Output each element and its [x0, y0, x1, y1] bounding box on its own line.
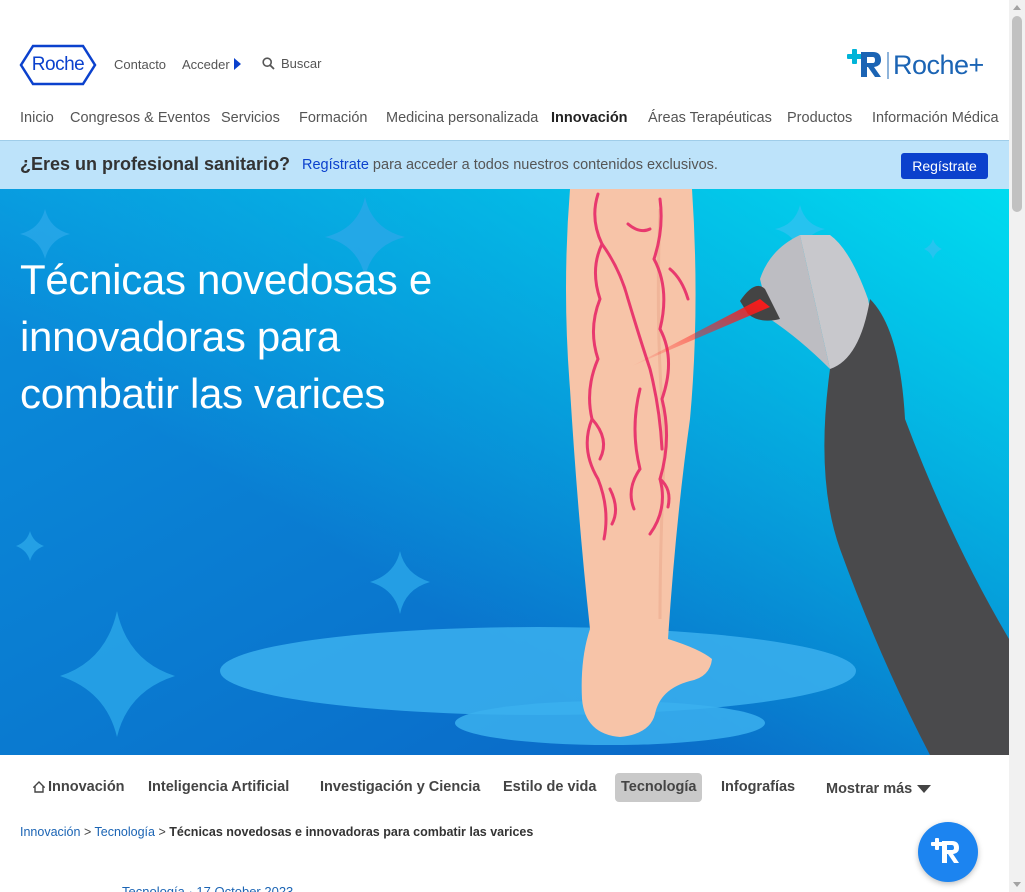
search-icon [262, 57, 275, 70]
nav-item-productos[interactable]: Productos [787, 110, 852, 126]
subnav-item-infografias[interactable]: Infografías [721, 773, 795, 802]
search-label: Buscar [281, 56, 322, 71]
banner-message: Regístrate para acceder a todos nuestros… [302, 157, 718, 173]
nav-item-congresos[interactable]: Congresos & Eventos [70, 110, 210, 126]
nav-item-informacion-medica[interactable]: Información Médica [872, 110, 999, 126]
professional-banner: ¿Eres un profesional sanitario? Regístra… [0, 140, 1009, 189]
article-date-line: Tecnología · 17 October 2023 [122, 884, 294, 892]
header: Roche Contacto Acceder Buscar Roche+ [0, 0, 1009, 100]
nav-item-inicio[interactable]: Inicio [20, 110, 54, 126]
breadcrumb-current: Técnicas novedosas e innovadoras para co… [169, 825, 534, 839]
roche-logo[interactable]: Roche [19, 44, 97, 86]
arrow-right-icon [233, 58, 241, 70]
subnav-item-estilo-de-vida[interactable]: Estilo de vida [503, 773, 596, 802]
breadcrumb-innovacion[interactable]: Innovación [20, 825, 80, 839]
breadcrumb-tecnologia[interactable]: Tecnología [95, 825, 155, 839]
rocheplus-logo[interactable]: Roche+ [846, 46, 991, 86]
banner-question: ¿Eres un profesional sanitario? [20, 154, 291, 174]
subnav-item-inteligencia-artificial[interactable]: Inteligencia Artificial [148, 773, 289, 802]
nav-item-medicina-personalizada[interactable]: Medicina personalizada [386, 110, 538, 126]
roche-logo-text: Roche [31, 54, 85, 75]
chevron-down-icon [917, 785, 932, 793]
login-link[interactable]: Acceder [182, 57, 241, 72]
scrollbar-thumb[interactable] [1012, 16, 1022, 212]
page: Roche Contacto Acceder Buscar Roche+ Ini… [0, 0, 1025, 892]
banner-register-link[interactable]: Regístrate [302, 157, 369, 173]
scroll-up-icon[interactable] [1013, 5, 1021, 10]
subnav-label: Innovación [48, 779, 125, 795]
rocheplus-text: Roche+ [893, 50, 984, 80]
rocheplus-icon [847, 49, 889, 79]
search-button[interactable]: Buscar [262, 56, 321, 71]
register-button[interactable]: Regístrate [901, 153, 988, 179]
banner-message-text: para acceder a todos nuestros contenidos… [368, 157, 718, 173]
scroll-down-icon[interactable] [1013, 882, 1021, 887]
contact-link[interactable]: Contacto [114, 57, 166, 72]
rocheplus-icon [931, 838, 959, 863]
breadcrumb-separator: > [158, 825, 166, 839]
nav-item-formacion[interactable]: Formación [299, 110, 368, 126]
breadcrumb-separator: > [83, 825, 92, 839]
sub-nav: Innovación Inteligencia Artificial Inves… [0, 773, 1009, 803]
rocheplus-chat-button[interactable] [918, 822, 978, 882]
home-icon [33, 781, 45, 793]
nav-item-areas-terapeuticas[interactable]: Áreas Terapéuticas [648, 110, 772, 126]
login-label: Acceder [182, 57, 230, 72]
show-more-button[interactable]: Mostrar más [826, 775, 932, 804]
scrollbar[interactable] [1009, 0, 1025, 892]
subnav-item-investigacion[interactable]: Investigación y Ciencia [320, 773, 480, 802]
breadcrumb: Innovación > Tecnología > Técnicas noved… [20, 825, 533, 839]
hero-banner: Técnicas novedosas e innovadoras para co… [0, 189, 1009, 755]
nav-item-servicios[interactable]: Servicios [221, 110, 280, 126]
subnav-item-innovacion[interactable]: Innovación [33, 773, 125, 802]
hero-title: Técnicas novedosas e innovadoras para co… [20, 256, 432, 417]
show-more-label: Mostrar más [826, 781, 913, 797]
nav-item-innovacion[interactable]: Innovación [551, 110, 628, 126]
subnav-item-tecnologia[interactable]: Tecnología [615, 773, 703, 802]
